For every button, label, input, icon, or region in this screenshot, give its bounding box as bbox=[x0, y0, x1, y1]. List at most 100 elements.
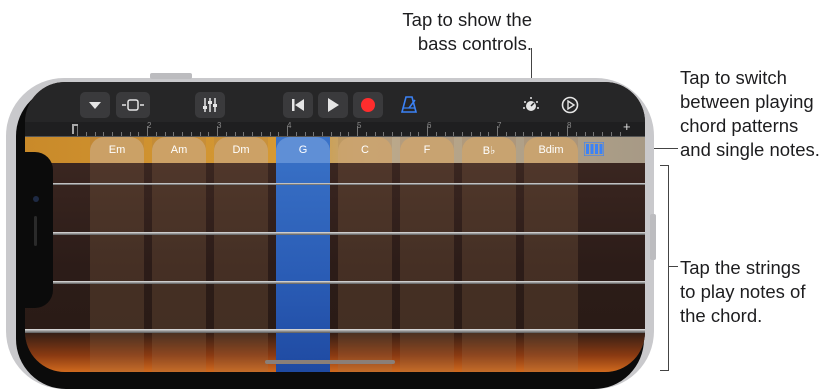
play-button[interactable] bbox=[318, 92, 348, 118]
callout-line: between playing bbox=[680, 91, 814, 112]
chord-column-c[interactable] bbox=[338, 137, 392, 372]
chord-strips-icon bbox=[584, 142, 604, 156]
ruler-tick bbox=[540, 132, 542, 136]
ruler-tick bbox=[252, 132, 253, 136]
ruler-tick bbox=[147, 126, 148, 136]
ruler-tick bbox=[129, 132, 131, 136]
ruler-tick bbox=[523, 132, 525, 136]
chord-button-g[interactable]: G bbox=[276, 137, 330, 163]
bass-string-3[interactable] bbox=[25, 281, 645, 284]
callout-line: the chord. bbox=[680, 305, 763, 326]
ruler-tick bbox=[567, 126, 568, 136]
ruler-tick bbox=[182, 132, 183, 136]
bass-string-2[interactable] bbox=[25, 232, 645, 235]
garageband-screen: 2 3 4 5 6 7 8 + Em Am Dm G C F B♭ Bdim bbox=[25, 82, 645, 372]
switch-mode-callout: Tap to switch between playing chord patt… bbox=[680, 66, 838, 162]
bass-controls-button[interactable] bbox=[520, 94, 542, 116]
ruler-tick bbox=[418, 132, 420, 136]
mixer-button[interactable] bbox=[195, 92, 225, 118]
callout-line: chord patterns bbox=[680, 115, 799, 136]
chord-column-em[interactable] bbox=[90, 137, 144, 372]
ruler-tick bbox=[304, 132, 306, 136]
ruler-tick bbox=[462, 132, 463, 136]
ruler-tick bbox=[112, 132, 113, 136]
sensor-notch bbox=[25, 152, 53, 308]
ruler-tick bbox=[435, 132, 437, 136]
record-icon bbox=[361, 98, 375, 112]
ruler-tick bbox=[85, 132, 87, 136]
go-to-beginning-icon bbox=[292, 99, 304, 111]
ruler-tick bbox=[409, 132, 411, 136]
callout-line: and single notes. bbox=[680, 139, 820, 160]
ruler-tick bbox=[94, 132, 96, 136]
ruler-tick bbox=[400, 132, 402, 136]
browser-button[interactable] bbox=[80, 92, 110, 118]
ruler-tick bbox=[427, 126, 428, 136]
ruler-tick bbox=[479, 132, 481, 136]
metronome-button[interactable] bbox=[398, 94, 420, 116]
speaker-grille bbox=[34, 216, 37, 246]
chord-column-bflat[interactable] bbox=[462, 137, 516, 372]
ruler-tick bbox=[549, 132, 551, 136]
ruler-tick bbox=[243, 132, 245, 136]
chord-column-bdim[interactable] bbox=[524, 137, 578, 372]
ruler-tick bbox=[322, 132, 323, 136]
chord-column-dm[interactable] bbox=[214, 137, 268, 372]
chord-button-bdim[interactable]: Bdim bbox=[524, 137, 578, 163]
bass-controls-icon bbox=[523, 97, 539, 111]
ruler-tick bbox=[173, 132, 175, 136]
record-button[interactable] bbox=[353, 92, 383, 118]
ruler-tick bbox=[348, 132, 350, 136]
ruler-tick bbox=[470, 132, 472, 136]
strings-callout: Tap the strings to play notes of the cho… bbox=[680, 256, 838, 328]
ruler-tick bbox=[497, 126, 498, 136]
ruler-tick bbox=[365, 132, 367, 136]
chord-button-dm[interactable]: Dm bbox=[214, 137, 268, 163]
ruler-tick bbox=[295, 132, 297, 136]
strings-bracket bbox=[660, 165, 669, 371]
front-camera bbox=[33, 196, 39, 202]
add-section-button[interactable]: + bbox=[623, 119, 631, 134]
chord-column-f[interactable] bbox=[400, 137, 454, 372]
bass-controls-callout: Tap to show the bass controls. bbox=[366, 8, 532, 56]
chord-column-g[interactable] bbox=[276, 137, 330, 372]
ruler-tick bbox=[453, 132, 455, 136]
track-view-icon bbox=[122, 99, 144, 111]
chord-column-am[interactable] bbox=[152, 137, 206, 372]
ruler-tick bbox=[269, 132, 271, 136]
track-view-button[interactable] bbox=[116, 92, 150, 118]
ruler-tick bbox=[357, 126, 358, 136]
go-to-beginning-button[interactable] bbox=[283, 92, 313, 118]
strings-leader bbox=[668, 266, 678, 267]
control-bar bbox=[25, 82, 645, 122]
callout-line: Tap to switch bbox=[680, 67, 787, 88]
ruler-tick bbox=[155, 132, 157, 136]
ruler-tick bbox=[610, 132, 612, 136]
chord-button-am[interactable]: Am bbox=[152, 137, 206, 163]
ruler-tick bbox=[278, 132, 280, 136]
chord-button-c[interactable]: C bbox=[338, 137, 392, 163]
timeline-ruler[interactable]: 2 3 4 5 6 7 8 + bbox=[25, 119, 645, 137]
ruler-tick bbox=[505, 132, 507, 136]
ruler-tick bbox=[287, 126, 288, 136]
bass-string-1[interactable] bbox=[25, 183, 645, 185]
ruler-tick bbox=[164, 132, 166, 136]
ruler-tick bbox=[217, 126, 218, 136]
callout-line: Tap to show the bbox=[402, 9, 532, 30]
chord-button-em[interactable]: Em bbox=[90, 137, 144, 163]
ruler-tick bbox=[558, 132, 560, 136]
ruler-tick bbox=[392, 132, 393, 136]
chord-button-f[interactable]: F bbox=[400, 137, 454, 163]
ruler-tick bbox=[77, 126, 78, 136]
ruler-tick bbox=[488, 132, 490, 136]
chords-notes-switch[interactable] bbox=[583, 141, 605, 157]
settings-button[interactable] bbox=[559, 94, 581, 116]
ruler-tick bbox=[619, 132, 621, 136]
bass-string-4[interactable] bbox=[25, 329, 645, 333]
ruler-tick bbox=[260, 132, 262, 136]
chord-button-bflat[interactable]: B♭ bbox=[462, 137, 516, 163]
ruler-tick bbox=[190, 132, 192, 136]
ruler-tick bbox=[225, 132, 227, 136]
ruler-tick bbox=[199, 132, 201, 136]
callout-line: to play notes of bbox=[680, 281, 806, 302]
